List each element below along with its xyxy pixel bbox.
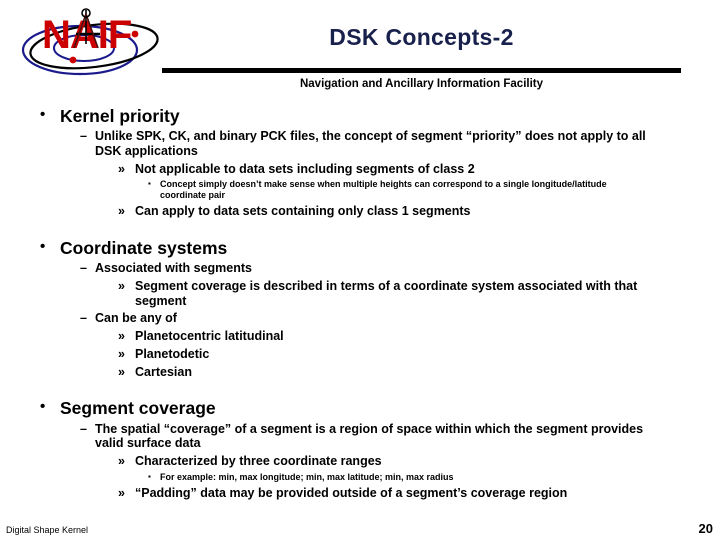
outline-item-text: Not applicable to data sets including se… bbox=[135, 161, 475, 176]
bullet-marker-icon: » bbox=[118, 204, 125, 219]
outline-item-level-3: » Not applicable to data sets including s… bbox=[118, 162, 668, 177]
footer-label: Digital Shape Kernel bbox=[6, 525, 89, 535]
outline-item-text: Can apply to data sets containing only c… bbox=[135, 204, 471, 219]
bullet-marker-icon: » bbox=[118, 346, 125, 361]
outline-item-text: Planetocentric latitudinal bbox=[135, 329, 284, 344]
outline-item-text: Unlike SPK, CK, and binary PCK files, th… bbox=[95, 129, 646, 158]
bullet-marker-icon: ▪ bbox=[148, 471, 151, 481]
outline-item-text: Associated with segments bbox=[95, 261, 252, 276]
outline-item-level-3: » Planetocentric latitudinal bbox=[118, 329, 668, 344]
outline-item-level-1: • Kernel priority bbox=[40, 106, 721, 126]
outline-item-level-4: ▪ Concept simply doesn’t make sense when … bbox=[148, 179, 608, 201]
outline-item-text: Concept simply doesn’t make sense when m… bbox=[160, 179, 607, 201]
bullet-marker-icon: » bbox=[118, 364, 125, 379]
outline-item-level-3: » Cartesian bbox=[118, 365, 668, 380]
outline-item-level-2: – Associated with segments bbox=[80, 261, 665, 276]
bullet-marker-icon: – bbox=[80, 261, 87, 276]
outline-item-level-3: » Can apply to data sets containing only … bbox=[118, 204, 668, 219]
header-divider bbox=[162, 68, 681, 73]
outline-item-level-2: – The spatial “coverage” of a segment is … bbox=[80, 422, 665, 452]
bullet-marker-icon: • bbox=[40, 398, 46, 416]
bullet-marker-icon: » bbox=[118, 485, 125, 500]
outline-item-text: Characterized by three coordinate ranges bbox=[135, 454, 382, 469]
outline-item-level-1: • Coordinate systems bbox=[40, 238, 721, 258]
outline-item-level-3: » Characterized by three coordinate range… bbox=[118, 454, 668, 469]
bullet-marker-icon: » bbox=[118, 329, 125, 344]
bullet-marker-icon: – bbox=[80, 311, 87, 326]
bullet-marker-icon: • bbox=[40, 238, 46, 256]
outline-item-level-1: • Segment coverage bbox=[40, 398, 721, 418]
bullet-marker-icon: – bbox=[80, 421, 87, 436]
bullet-marker-icon: • bbox=[40, 106, 46, 123]
outline-item-text: Can be any of bbox=[95, 311, 177, 326]
outline-item-level-3: » Planetodetic bbox=[118, 347, 668, 362]
slide-footer: Digital Shape Kernel 20 bbox=[0, 505, 721, 541]
outline-item-level-3: » “Padding” data may be provided outside … bbox=[118, 486, 668, 501]
header-subtitle: Navigation and Ancillary Information Fac… bbox=[299, 78, 544, 90]
outline-item-level-2: – Can be any of bbox=[80, 311, 665, 326]
bullet-marker-icon: » bbox=[118, 454, 125, 469]
outline-item-level-3: » Segment coverage is described in terms … bbox=[118, 279, 668, 309]
outline-item-level-4: ▪ For example: min, max longitude; min, m… bbox=[148, 472, 608, 483]
bullet-marker-icon: ▪ bbox=[148, 179, 151, 189]
page-number: 20 bbox=[698, 521, 713, 536]
outline-item-level-2: – Unlike SPK, CK, and binary PCK files, t… bbox=[80, 129, 665, 159]
slide-content: • Kernel priority – Unlike SPK, CK, and bin… bbox=[0, 100, 721, 505]
bullet-marker-icon: » bbox=[118, 278, 125, 293]
outline-item-text: Planetodetic bbox=[135, 346, 210, 361]
bullet-marker-icon: » bbox=[118, 161, 125, 176]
outline-item-text: Segment coverage is described in terms o… bbox=[135, 278, 638, 308]
outline-item-text: The spatial “coverage” of a segment is a… bbox=[95, 421, 644, 451]
outline-item-text: Coordinate systems bbox=[60, 238, 228, 259]
bullet-marker-icon: – bbox=[80, 129, 87, 144]
outline-item-text: For example: min, max longitude; min, ma… bbox=[160, 471, 454, 482]
naif-logo: NAIF bbox=[14, 4, 170, 80]
page-title: DSK Concepts-2 bbox=[329, 24, 514, 50]
outline-item-text: Segment coverage bbox=[60, 398, 216, 419]
outline-item-text: “Padding” data may be provided outside o… bbox=[135, 485, 568, 500]
slide-header: NAIF DSK Concepts-2 Navigation and Ancil… bbox=[0, 0, 721, 96]
outline-item-text: Kernel priority bbox=[60, 106, 180, 126]
outline-item-text: Cartesian bbox=[135, 364, 192, 379]
